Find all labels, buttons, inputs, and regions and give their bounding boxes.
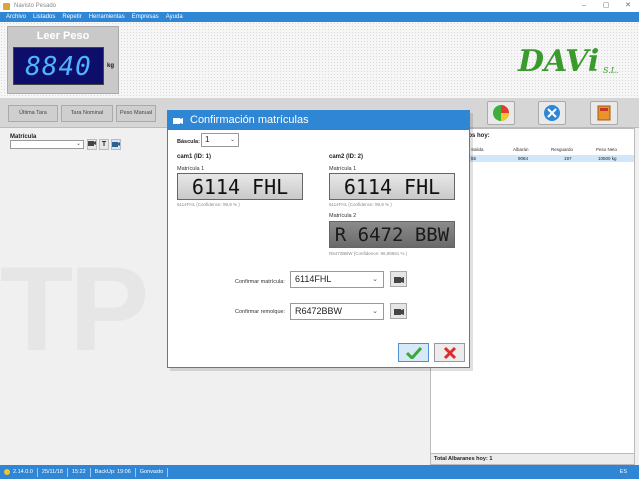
weight-display: 8840: [13, 47, 104, 85]
minimize-button[interactable]: –: [573, 0, 595, 12]
check-icon: [405, 346, 422, 359]
exit-door-icon: [597, 105, 611, 121]
cam2-plate2-confidence: R6472BBW (Confidence: 96,98561 % ): [329, 251, 408, 256]
header-area: Leer Peso 8840 kg DAVi S.L.: [0, 22, 639, 98]
nominal-tare-button[interactable]: Tara Nominal: [61, 105, 113, 122]
cam2-plate1-image: 6114 FHL: [329, 173, 455, 200]
scale-select[interactable]: 1 ⌄: [201, 133, 239, 147]
cell-albaran: 9084: [518, 156, 529, 161]
menu-listados[interactable]: Listados: [33, 14, 55, 20]
status-date: 25/11/18: [41, 469, 63, 475]
maximize-button[interactable]: ▢: [595, 0, 617, 12]
cam2-plate1-confidence: 6114FHL (Confidence: 99,9 % ): [329, 202, 392, 207]
status-time: 15:22: [71, 469, 86, 475]
close-icon: [443, 346, 456, 359]
company-logo-suffix: S.L.: [603, 66, 619, 75]
cam2-plate2-image: R 6472 BBW: [329, 221, 455, 248]
manual-weight-button[interactable]: Peso Manual: [116, 105, 156, 122]
col-peso-neto: Peso Neto: [596, 147, 618, 152]
tools-button[interactable]: [538, 101, 566, 125]
text-button[interactable]: T: [99, 139, 109, 150]
chevron-down-icon: ⌄: [229, 137, 235, 143]
camera-config-button[interactable]: [111, 139, 121, 150]
status-icon: [4, 469, 10, 475]
plate-confirmation-dialog: Confirmación matrículas Báscula: 1 ⌄ cam…: [167, 110, 470, 368]
cam1-plate-image: 6114 FHL: [177, 173, 303, 200]
last-tare-button[interactable]: Última Tara: [8, 105, 58, 122]
cam1-title: cam1 (ID: 1): [177, 154, 212, 160]
confirm-plate-camera-button[interactable]: [390, 271, 407, 287]
company-logo: DAVi: [518, 44, 600, 79]
cam2-plate1-label: Matrícula 1: [329, 166, 357, 172]
menu-empresas[interactable]: Empresas: [132, 14, 159, 20]
pie-chart-icon: [493, 105, 509, 121]
menu-bar: Archivo Listados Repetir Herramientas Em…: [0, 12, 639, 22]
camera-icon: [88, 141, 96, 146]
tools-icon: [544, 105, 560, 121]
accept-button[interactable]: [398, 343, 429, 362]
status-backup: BackUp: 19:06: [94, 469, 131, 475]
status-bar: 2.14.0.0 25/11/18 15:22 BackUp: 19:06 Go…: [0, 465, 639, 479]
confirm-trailer-camera-button[interactable]: [390, 303, 407, 319]
camera-icon: [393, 277, 404, 283]
status-server: Gonvasto: [139, 469, 164, 475]
col-resguardo: Resguardo: [551, 147, 574, 152]
menu-herramientas[interactable]: Herramientas: [89, 14, 125, 20]
col-albaran: Albarán: [513, 147, 529, 152]
cell-resguardo: 197: [564, 156, 572, 161]
chart-button[interactable]: [487, 101, 515, 125]
camera-icon: [173, 118, 183, 124]
camera-settings-icon: [112, 142, 120, 147]
cam1-confidence: 6114FHL (Confidence: 99,9 % ): [177, 202, 240, 207]
camera-button[interactable]: [87, 139, 97, 150]
dialog-title-text: Confirmación matrículas: [190, 114, 309, 126]
confirm-trailer-label: Confirmar remolque:: [235, 309, 286, 315]
menu-ayuda[interactable]: Ayuda: [166, 14, 183, 20]
menu-repetir[interactable]: Repetir: [62, 14, 81, 20]
confirm-plate-value: 6114FHL: [295, 274, 332, 284]
scale-value: 1: [205, 135, 210, 144]
exit-button[interactable]: [590, 101, 618, 125]
title-bar: Navisto Pesado – ▢ ✕: [0, 0, 639, 12]
close-button[interactable]: ✕: [617, 0, 639, 12]
status-version: 2.14.0.0: [13, 469, 33, 475]
menu-archivo[interactable]: Archivo: [6, 14, 26, 20]
plate-select[interactable]: ⌄: [10, 140, 84, 149]
confirm-plate-combo[interactable]: 6114FHL ⌄: [290, 271, 384, 288]
cam2-title: cam2 (ID: 2): [329, 154, 364, 160]
confirm-trailer-value: R6472BBW: [295, 306, 343, 316]
scale-label: Báscula:: [177, 139, 200, 145]
read-weight-title: Leer Peso: [36, 30, 90, 42]
confirm-plate-label: Confirmar matrícula:: [235, 279, 285, 285]
deliveries-total: Total Albaranes hoy: 1: [431, 453, 634, 464]
confirm-trailer-combo[interactable]: R6472BBW ⌄: [290, 303, 384, 320]
chevron-down-icon: ⌄: [372, 308, 378, 315]
cam1-plate-label: Matrícula 1: [177, 166, 205, 172]
cell-peso-neto: 10500 kg: [598, 156, 617, 161]
chevron-down-icon: ⌄: [372, 276, 378, 283]
camera-icon: [393, 309, 404, 315]
status-language: ES: [619, 469, 627, 475]
cancel-button[interactable]: [434, 343, 465, 362]
left-panel: TP Matrícula ⌄ T: [0, 128, 167, 465]
window-controls: – ▢ ✕: [573, 0, 639, 12]
watermark-text: TP: [0, 242, 149, 376]
weight-unit: kg: [107, 63, 115, 69]
window-title: Navisto Pesado: [14, 3, 57, 9]
app-icon: [3, 2, 10, 10]
weigh-panel[interactable]: Leer Peso 8840 kg: [7, 26, 119, 94]
dialog-title: Confirmación matrículas: [168, 111, 469, 130]
cam2-plate2-label: Matrícula 2: [329, 213, 357, 219]
chevron-down-icon: ⌄: [75, 141, 81, 147]
